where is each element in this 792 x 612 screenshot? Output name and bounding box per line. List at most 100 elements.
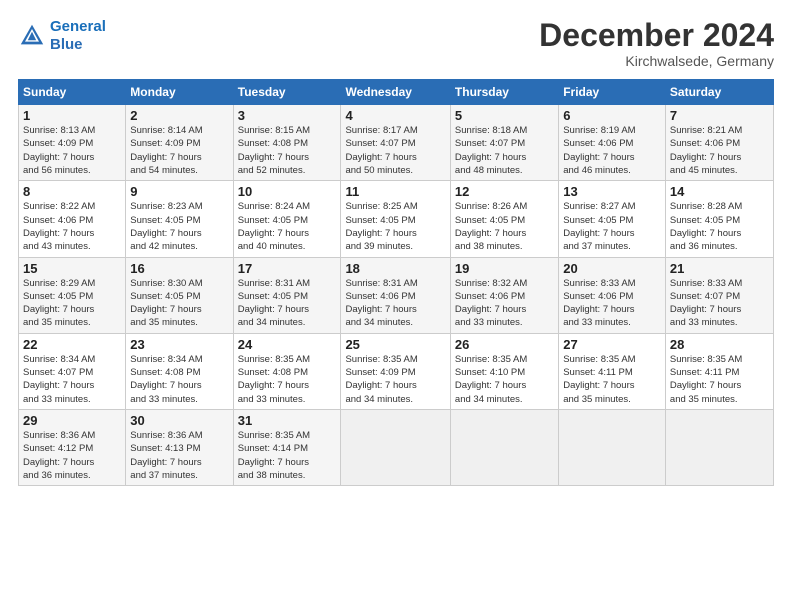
day-info: Sunrise: 8:19 AM Sunset: 4:06 PM Dayligh…	[563, 124, 661, 177]
logo-line2: Blue	[50, 36, 83, 53]
col-monday: Monday	[126, 80, 233, 105]
table-row: 26Sunrise: 8:35 AM Sunset: 4:10 PM Dayli…	[450, 333, 558, 409]
day-info: Sunrise: 8:31 AM Sunset: 4:06 PM Dayligh…	[345, 277, 445, 330]
table-row: 15Sunrise: 8:29 AM Sunset: 4:05 PM Dayli…	[19, 257, 126, 333]
day-info: Sunrise: 8:33 AM Sunset: 4:07 PM Dayligh…	[670, 277, 769, 330]
day-info: Sunrise: 8:29 AM Sunset: 4:05 PM Dayligh…	[23, 277, 121, 330]
header: General Blue December 2024 Kirchwalsede,…	[18, 18, 774, 69]
table-row: 9Sunrise: 8:23 AM Sunset: 4:05 PM Daylig…	[126, 181, 233, 257]
day-number: 2	[130, 108, 228, 123]
day-info: Sunrise: 8:34 AM Sunset: 4:07 PM Dayligh…	[23, 353, 121, 406]
table-row: 22Sunrise: 8:34 AM Sunset: 4:07 PM Dayli…	[19, 333, 126, 409]
day-info: Sunrise: 8:36 AM Sunset: 4:12 PM Dayligh…	[23, 429, 121, 482]
month-title: December 2024	[539, 18, 774, 53]
page: General Blue December 2024 Kirchwalsede,…	[0, 0, 792, 612]
day-info: Sunrise: 8:27 AM Sunset: 4:05 PM Dayligh…	[563, 200, 661, 253]
day-info: Sunrise: 8:33 AM Sunset: 4:06 PM Dayligh…	[563, 277, 661, 330]
table-row: 23Sunrise: 8:34 AM Sunset: 4:08 PM Dayli…	[126, 333, 233, 409]
day-number: 23	[130, 337, 228, 352]
table-row: 28Sunrise: 8:35 AM Sunset: 4:11 PM Dayli…	[665, 333, 773, 409]
day-info: Sunrise: 8:15 AM Sunset: 4:08 PM Dayligh…	[238, 124, 337, 177]
day-number: 15	[23, 261, 121, 276]
table-row: 13Sunrise: 8:27 AM Sunset: 4:05 PM Dayli…	[559, 181, 666, 257]
table-row: 19Sunrise: 8:32 AM Sunset: 4:06 PM Dayli…	[450, 257, 558, 333]
table-row	[341, 409, 450, 485]
day-number: 25	[345, 337, 445, 352]
col-tuesday: Tuesday	[233, 80, 341, 105]
day-number: 7	[670, 108, 769, 123]
calendar-row: 15Sunrise: 8:29 AM Sunset: 4:05 PM Dayli…	[19, 257, 774, 333]
day-info: Sunrise: 8:35 AM Sunset: 4:11 PM Dayligh…	[563, 353, 661, 406]
day-info: Sunrise: 8:32 AM Sunset: 4:06 PM Dayligh…	[455, 277, 554, 330]
day-info: Sunrise: 8:35 AM Sunset: 4:08 PM Dayligh…	[238, 353, 337, 406]
day-info: Sunrise: 8:17 AM Sunset: 4:07 PM Dayligh…	[345, 124, 445, 177]
calendar-header-row: Sunday Monday Tuesday Wednesday Thursday…	[19, 80, 774, 105]
col-thursday: Thursday	[450, 80, 558, 105]
day-info: Sunrise: 8:35 AM Sunset: 4:10 PM Dayligh…	[455, 353, 554, 406]
day-number: 16	[130, 261, 228, 276]
col-saturday: Saturday	[665, 80, 773, 105]
day-info: Sunrise: 8:31 AM Sunset: 4:05 PM Dayligh…	[238, 277, 337, 330]
table-row: 18Sunrise: 8:31 AM Sunset: 4:06 PM Dayli…	[341, 257, 450, 333]
table-row: 17Sunrise: 8:31 AM Sunset: 4:05 PM Dayli…	[233, 257, 341, 333]
day-number: 27	[563, 337, 661, 352]
day-number: 18	[345, 261, 445, 276]
table-row: 4Sunrise: 8:17 AM Sunset: 4:07 PM Daylig…	[341, 105, 450, 181]
col-wednesday: Wednesday	[341, 80, 450, 105]
table-row	[450, 409, 558, 485]
table-row: 11Sunrise: 8:25 AM Sunset: 4:05 PM Dayli…	[341, 181, 450, 257]
logo-icon	[18, 22, 46, 50]
day-number: 8	[23, 184, 121, 199]
calendar-row: 29Sunrise: 8:36 AM Sunset: 4:12 PM Dayli…	[19, 409, 774, 485]
day-number: 26	[455, 337, 554, 352]
day-info: Sunrise: 8:18 AM Sunset: 4:07 PM Dayligh…	[455, 124, 554, 177]
table-row: 8Sunrise: 8:22 AM Sunset: 4:06 PM Daylig…	[19, 181, 126, 257]
day-info: Sunrise: 8:23 AM Sunset: 4:05 PM Dayligh…	[130, 200, 228, 253]
day-number: 17	[238, 261, 337, 276]
day-number: 21	[670, 261, 769, 276]
day-number: 1	[23, 108, 121, 123]
table-row	[665, 409, 773, 485]
calendar-row: 22Sunrise: 8:34 AM Sunset: 4:07 PM Dayli…	[19, 333, 774, 409]
table-row: 5Sunrise: 8:18 AM Sunset: 4:07 PM Daylig…	[450, 105, 558, 181]
day-info: Sunrise: 8:35 AM Sunset: 4:09 PM Dayligh…	[345, 353, 445, 406]
table-row: 1Sunrise: 8:13 AM Sunset: 4:09 PM Daylig…	[19, 105, 126, 181]
table-row: 29Sunrise: 8:36 AM Sunset: 4:12 PM Dayli…	[19, 409, 126, 485]
table-row: 12Sunrise: 8:26 AM Sunset: 4:05 PM Dayli…	[450, 181, 558, 257]
day-info: Sunrise: 8:21 AM Sunset: 4:06 PM Dayligh…	[670, 124, 769, 177]
calendar-row: 1Sunrise: 8:13 AM Sunset: 4:09 PM Daylig…	[19, 105, 774, 181]
table-row: 25Sunrise: 8:35 AM Sunset: 4:09 PM Dayli…	[341, 333, 450, 409]
table-row: 24Sunrise: 8:35 AM Sunset: 4:08 PM Dayli…	[233, 333, 341, 409]
day-info: Sunrise: 8:35 AM Sunset: 4:11 PM Dayligh…	[670, 353, 769, 406]
day-info: Sunrise: 8:26 AM Sunset: 4:05 PM Dayligh…	[455, 200, 554, 253]
calendar-table: Sunday Monday Tuesday Wednesday Thursday…	[18, 79, 774, 486]
day-info: Sunrise: 8:34 AM Sunset: 4:08 PM Dayligh…	[130, 353, 228, 406]
day-number: 9	[130, 184, 228, 199]
table-row	[559, 409, 666, 485]
table-row: 6Sunrise: 8:19 AM Sunset: 4:06 PM Daylig…	[559, 105, 666, 181]
day-info: Sunrise: 8:13 AM Sunset: 4:09 PM Dayligh…	[23, 124, 121, 177]
table-row: 20Sunrise: 8:33 AM Sunset: 4:06 PM Dayli…	[559, 257, 666, 333]
table-row: 14Sunrise: 8:28 AM Sunset: 4:05 PM Dayli…	[665, 181, 773, 257]
day-number: 14	[670, 184, 769, 199]
day-number: 28	[670, 337, 769, 352]
table-row: 3Sunrise: 8:15 AM Sunset: 4:08 PM Daylig…	[233, 105, 341, 181]
table-row: 31Sunrise: 8:35 AM Sunset: 4:14 PM Dayli…	[233, 409, 341, 485]
day-info: Sunrise: 8:25 AM Sunset: 4:05 PM Dayligh…	[345, 200, 445, 253]
logo: General Blue	[18, 18, 106, 54]
day-info: Sunrise: 8:35 AM Sunset: 4:14 PM Dayligh…	[238, 429, 337, 482]
day-number: 22	[23, 337, 121, 352]
day-number: 31	[238, 413, 337, 428]
col-sunday: Sunday	[19, 80, 126, 105]
day-number: 13	[563, 184, 661, 199]
day-number: 5	[455, 108, 554, 123]
day-number: 6	[563, 108, 661, 123]
col-friday: Friday	[559, 80, 666, 105]
day-info: Sunrise: 8:28 AM Sunset: 4:05 PM Dayligh…	[670, 200, 769, 253]
day-number: 20	[563, 261, 661, 276]
day-number: 24	[238, 337, 337, 352]
day-number: 30	[130, 413, 228, 428]
logo-line1: General	[50, 18, 106, 35]
logo-text: General Blue	[50, 18, 106, 54]
day-number: 3	[238, 108, 337, 123]
